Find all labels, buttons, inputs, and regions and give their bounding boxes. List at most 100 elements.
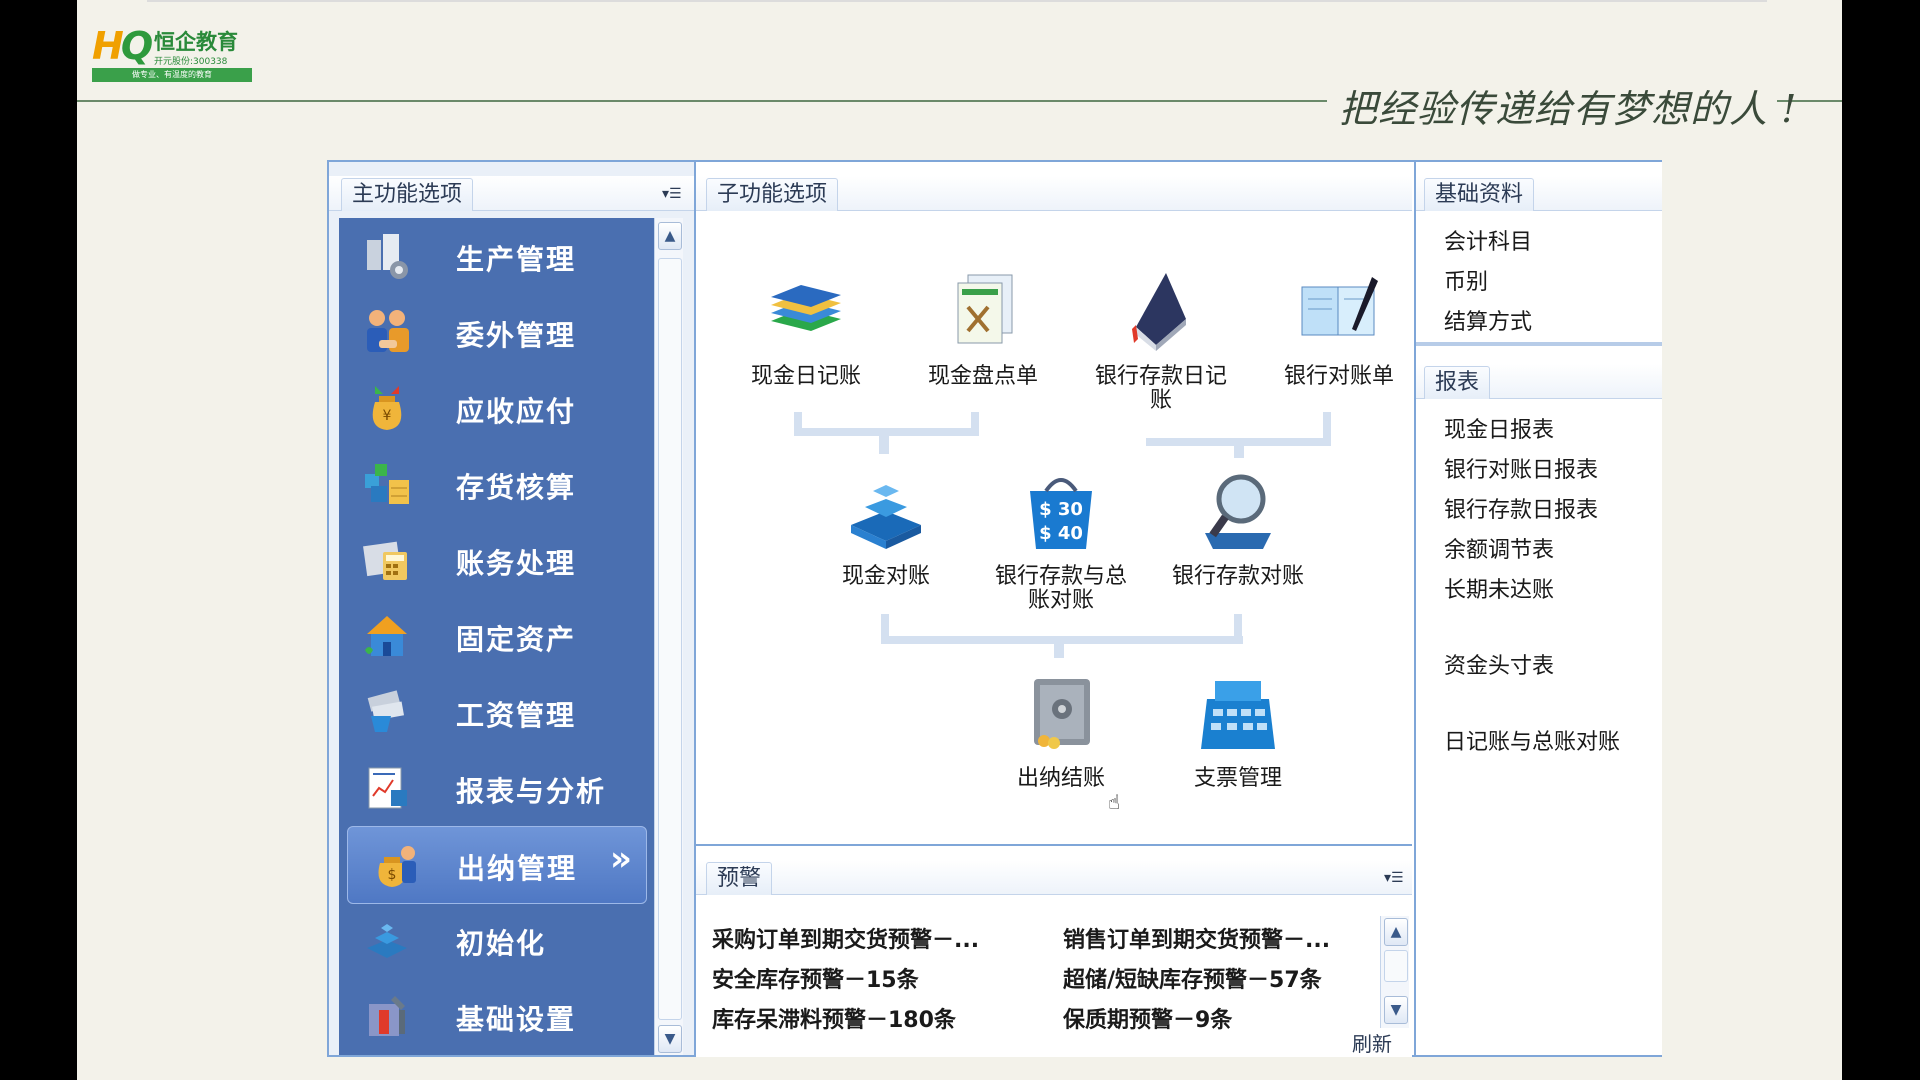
warning-scrollbar[interactable]: ▲ ▼ — [1380, 916, 1409, 1028]
func-label: 银行存款对账 — [1171, 564, 1304, 589]
connector — [879, 428, 889, 454]
warning-item[interactable]: 采购订单到期交货预警－... — [712, 922, 979, 954]
factory-icon — [367, 234, 408, 279]
safe-icon — [1034, 679, 1090, 749]
toolbox-icon — [369, 996, 405, 1036]
link-journal-ledger-reconcile[interactable]: 日记账与总账对账 — [1444, 724, 1620, 756]
connector — [1054, 636, 1064, 658]
menu-item-payroll[interactable]: 工资管理 — [339, 674, 654, 750]
tab-main-functions[interactable]: 主功能选项 — [341, 178, 474, 211]
warning-item[interactable]: 安全库存预警－15条 — [712, 962, 919, 994]
link-settlement-method[interactable]: 结算方式 — [1444, 304, 1532, 336]
scroll-down-button[interactable]: ▼ — [658, 1025, 682, 1053]
link-bank-deposit-daily-report[interactable]: 银行存款日报表 — [1444, 492, 1598, 524]
scroll-thumb[interactable] — [658, 258, 682, 1020]
panel-options-icon[interactable]: ▾☰ — [1384, 870, 1404, 886]
menu-item-label: 固定资产 — [456, 623, 577, 656]
menu-item-outsourcing[interactable]: 委外管理 — [339, 294, 654, 370]
open-book-pen-icon — [1301, 277, 1378, 336]
menu-item-label: 委外管理 — [456, 319, 577, 352]
logo-mark: HQ — [92, 24, 153, 68]
menu-item-label: 工资管理 — [456, 699, 577, 732]
link-chart-of-accounts[interactable]: 会计科目 — [1444, 224, 1532, 256]
func-cash-count[interactable]: 现金盘点单 — [908, 267, 1058, 389]
panel-divider — [1416, 342, 1662, 346]
cashier-icon: $ — [378, 846, 416, 887]
menu-item-basic-settings[interactable]: 基础设置 — [339, 978, 654, 1054]
warning-item[interactable]: 销售订单到期交货预警－... — [1063, 922, 1330, 954]
menu-item-label: 应收应付 — [456, 395, 577, 428]
func-cashier-close[interactable]: 出纳结账 — [986, 669, 1136, 791]
menu-item-receivable-payable[interactable]: ¥ 应收应付 — [339, 370, 654, 446]
func-label: 现金盘点单 — [927, 364, 1038, 389]
panel-options-icon[interactable]: ▾☰ — [662, 186, 682, 202]
warning-item[interactable]: 库存呆滞料预警－180条 — [712, 1002, 956, 1034]
func-label: 银行存款与总账对账 — [994, 564, 1127, 613]
func-bank-journal[interactable]: 银行存款日记账 — [1086, 267, 1236, 413]
boxes-icon — [365, 464, 409, 504]
func-label: 银行存款日记账 — [1094, 364, 1227, 413]
menu-item-label: 报表与分析 — [456, 775, 607, 808]
slogan: 把经验传递给有梦想的人 ! — [1339, 87, 1798, 131]
menu-item-initialization[interactable]: 初始化 — [339, 902, 654, 978]
main-function-panel: 主功能选项 ▾☰ 生产管理 委外管理 ¥ 应收应付 存货核算 账务处理 固定资产… — [329, 162, 696, 1055]
func-bank-reconcile[interactable]: 银行存款对账 — [1163, 467, 1313, 589]
price-tag-bag-icon: $ 30 $ 40 — [1030, 478, 1092, 549]
func-bank-ledger-reconcile[interactable]: $ 30 $ 40 银行存款与总账对账 — [986, 467, 1136, 613]
scroll-up-button[interactable]: ▲ — [658, 222, 682, 250]
logo-tagline: 做专业、有温度的教育 — [92, 68, 252, 82]
mouse-cursor-icon: ☝ — [1108, 790, 1121, 814]
func-cash-reconcile[interactable]: 现金对账 — [811, 467, 961, 589]
scroll-down-button[interactable]: ▼ — [1384, 996, 1408, 1024]
books-icon — [771, 285, 841, 331]
func-label: 现金日记账 — [750, 364, 861, 389]
report-icon — [368, 767, 407, 809]
menu-item-fixed-assets[interactable]: 固定资产 — [339, 598, 654, 674]
cashier-management-window: 主功能选项 ▾☰ 生产管理 委外管理 ¥ 应收应付 存货核算 账务处理 固定资产… — [327, 160, 1662, 1057]
refresh-link[interactable]: 刷新 — [1352, 1028, 1392, 1057]
func-cheque-management[interactable]: 支票管理 — [1163, 669, 1313, 791]
link-balance-reconciliation[interactable]: 余额调节表 — [1444, 532, 1554, 564]
scroll-thumb[interactable] — [1384, 950, 1408, 982]
ledger-book-icon — [1132, 273, 1186, 351]
menu-item-label: 存货核算 — [456, 471, 577, 504]
connector — [1323, 412, 1331, 446]
func-label: 现金对账 — [841, 564, 930, 589]
link-bank-reconcile-daily-report[interactable]: 银行对账日报表 — [1444, 452, 1598, 484]
tab-sub-functions[interactable]: 子功能选项 — [706, 178, 839, 211]
menu-item-production[interactable]: 生产管理 — [339, 218, 654, 294]
hengqi-logo: HQ 恒企教育 开元股份:300338 做专业、有温度的教育 — [92, 24, 252, 82]
func-bank-statement[interactable]: 银行对账单 — [1264, 267, 1414, 389]
link-cash-daily-report[interactable]: 现金日报表 — [1444, 412, 1554, 444]
menu-item-inventory-accounting[interactable]: 存货核算 — [339, 446, 654, 522]
cash-count-sheet-icon — [957, 274, 1013, 344]
warning-tabstrip — [696, 860, 1412, 895]
connector — [1234, 614, 1242, 644]
func-cash-journal[interactable]: 现金日记账 — [731, 267, 881, 389]
handshake-icon — [367, 310, 409, 352]
stacked-blocks-icon — [851, 485, 921, 549]
menu-item-accounting[interactable]: 账务处理 — [339, 522, 654, 598]
link-fund-position[interactable]: 资金头寸表 — [1444, 648, 1554, 680]
menu-item-reports-analysis[interactable]: 报表与分析 — [339, 750, 654, 826]
sub-function-panel: 子功能选项 现金日记账 现金盘点单 银行存款日记账 银行对账单 现金对账 $ 3… — [696, 162, 1412, 842]
tab-basic-data[interactable]: 基础资料 — [1424, 178, 1535, 211]
link-long-outstanding[interactable]: 长期未达账 — [1444, 572, 1554, 604]
tab-warnings[interactable]: 预警 — [706, 862, 773, 895]
menu-item-label: 基础设置 — [456, 1003, 577, 1036]
warning-item[interactable]: 超储/短缺库存预警－57条 — [1063, 962, 1322, 994]
func-label: 出纳结账 — [1016, 766, 1105, 791]
tab-reports[interactable]: 报表 — [1424, 366, 1491, 399]
connector — [1234, 438, 1244, 458]
wage-icon — [367, 690, 404, 732]
warning-item[interactable]: 保质期预警－9条 — [1063, 1002, 1232, 1034]
menu-item-label: 生产管理 — [456, 243, 577, 276]
money-bag-icon: ¥ — [372, 386, 402, 430]
header-divider — [77, 100, 1327, 102]
link-currency[interactable]: 币别 — [1444, 264, 1488, 296]
menu-item-cashier-management[interactable]: $ 出纳管理 » — [347, 826, 647, 904]
scroll-up-button[interactable]: ▲ — [1384, 918, 1408, 946]
expand-chevron-icon: » — [610, 839, 632, 879]
svg-text:$: $ — [388, 867, 397, 883]
main-menu-scrollbar[interactable]: ▲ ▼ — [654, 218, 683, 1055]
